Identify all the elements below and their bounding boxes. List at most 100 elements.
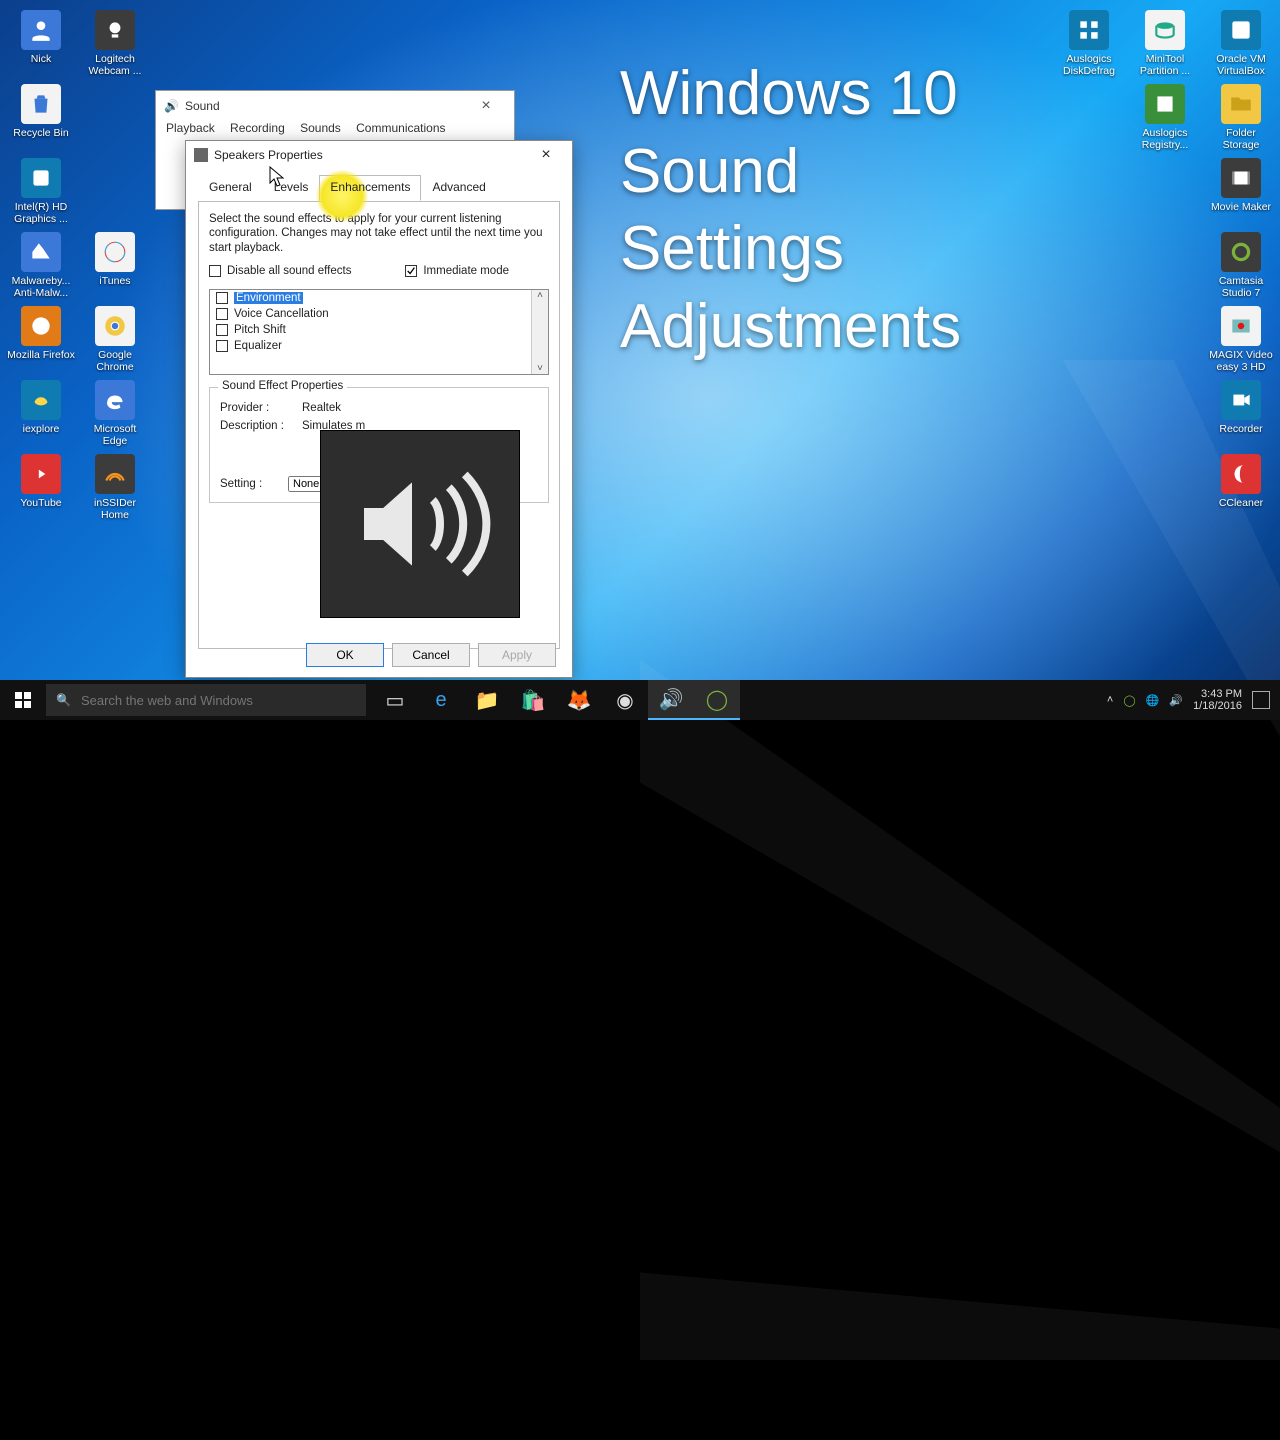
speaker-icon: 🔊	[164, 99, 179, 113]
taskbar-file-explorer[interactable]: 📁	[464, 680, 510, 720]
cancel-button[interactable]: Cancel	[392, 643, 470, 667]
immediate-mode-checkbox[interactable]: Immediate mode	[405, 265, 509, 277]
tray-volume-icon[interactable]: 🔊	[1169, 694, 1183, 707]
group-legend: Sound Effect Properties	[218, 380, 347, 392]
taskbar-sound[interactable]: 🔊	[648, 680, 694, 720]
tab-general[interactable]: General	[198, 175, 263, 201]
desktop-icon-logitech-webcam[interactable]: Logitech Webcam ...	[80, 6, 150, 80]
desktop-icon-itunes[interactable]: iTunes	[80, 228, 150, 302]
tray-camtasia-icon[interactable]: ◯	[1123, 694, 1135, 707]
close-icon[interactable]: ×	[526, 146, 566, 164]
apply-button[interactable]: Apply	[478, 643, 556, 667]
checkbox-icon	[209, 265, 221, 277]
provider-value: Realtek	[302, 402, 341, 414]
provider-label: Provider :	[220, 402, 294, 414]
tab-enhancements[interactable]: Enhancements	[319, 175, 421, 201]
sound-window-titlebar[interactable]: 🔊 Sound ×	[156, 91, 514, 121]
desktop-icon-camtasia[interactable]: Camtasia Studio 7	[1206, 228, 1276, 302]
tab-levels[interactable]: Levels	[263, 175, 320, 201]
desktop-icon-user[interactable]: Nick	[6, 6, 76, 80]
camtasia-icon: ◯	[706, 687, 728, 712]
desktop-icons-left: Nick Recycle Bin Intel(R) HD Graphics ..…	[6, 6, 76, 524]
taskbar[interactable]: 🔍 ▭ e 📁 🛍️ 🦊 ◉ 🔊 ◯ ˄ ◯ 🌐 🔊 3:43 PM 1/18/…	[0, 680, 1280, 720]
list-item[interactable]: Voice Cancellation	[210, 306, 548, 322]
list-item[interactable]: Equalizer	[210, 338, 548, 354]
chrome-icon: ◉	[616, 688, 633, 713]
desktop-icon-ccleaner[interactable]: CCleaner	[1206, 450, 1276, 524]
taskbar-chrome[interactable]: ◉	[602, 680, 648, 720]
speaker-overlay-image	[320, 430, 520, 618]
system-tray[interactable]: ˄ ◯ 🌐 🔊 3:43 PM 1/18/2016	[1097, 688, 1280, 712]
desktop-icon-iexplore[interactable]: iexplore	[6, 376, 76, 450]
tab-communications[interactable]: Communications	[356, 121, 445, 135]
properties-tabs: General Levels Enhancements Advanced	[186, 169, 572, 201]
search-icon: 🔍	[56, 693, 71, 707]
scroll-up-icon[interactable]: ˄	[537, 290, 543, 301]
checkbox-icon[interactable]	[216, 324, 228, 336]
sound-window-title: Sound	[185, 99, 220, 113]
desktop-icon-inssider[interactable]: inSSIDer Home	[80, 450, 150, 524]
search-box[interactable]: 🔍	[46, 684, 366, 716]
desktop-icon-edge[interactable]: Microsoft Edge	[80, 376, 150, 450]
list-item[interactable]: Pitch Shift	[210, 322, 548, 338]
taskbar-apps: ▭ e 📁 🛍️ 🦊 ◉ 🔊 ◯	[372, 680, 740, 720]
checkmark-icon	[406, 266, 416, 276]
desktop-icon-recycle-bin[interactable]: Recycle Bin	[6, 80, 76, 154]
desktop-icon-minitool-partition[interactable]: MiniTool Partition ...	[1130, 6, 1200, 80]
scrollbar[interactable]: ˄ ˅	[531, 290, 548, 374]
sound-window-tabs: Playback Recording Sounds Communications	[156, 121, 514, 135]
taskbar-store[interactable]: 🛍️	[510, 680, 556, 720]
close-icon[interactable]: ×	[466, 97, 506, 115]
desktop-icon-chrome[interactable]: Google Chrome	[80, 302, 150, 376]
overlay-title: Windows 10 Sound Settings Adjustments	[620, 55, 1140, 365]
desktop-icons-right: Oracle VM VirtualBox Folder Storage Movi…	[1206, 6, 1276, 524]
desktop-icons-left2: Logitech Webcam ... iTunes Google Chrome…	[80, 6, 150, 524]
disable-all-effects-checkbox[interactable]: Disable all sound effects	[209, 265, 351, 277]
properties-titlebar[interactable]: Speakers Properties ×	[186, 141, 572, 169]
desktop-icon-malwarebytes[interactable]: Malwareby... Anti-Malw...	[6, 228, 76, 302]
desktop-icon-auslogics-registry[interactable]: Auslogics Registry...	[1130, 80, 1200, 154]
desktop-icon-virtualbox[interactable]: Oracle VM VirtualBox	[1206, 6, 1276, 80]
windows-logo-icon	[15, 692, 31, 708]
tab-playback[interactable]: Playback	[166, 121, 215, 135]
effects-listbox[interactable]: Environment Voice Cancellation Pitch Shi…	[209, 289, 549, 375]
checkbox-icon[interactable]	[216, 340, 228, 352]
desktop-icon-firefox[interactable]: Mozilla Firefox	[6, 302, 76, 376]
tab-sounds[interactable]: Sounds	[300, 121, 341, 135]
checkbox-icon	[405, 265, 417, 277]
tray-overflow-icon[interactable]: ˄	[1107, 694, 1113, 706]
checkbox-icon[interactable]	[216, 308, 228, 320]
store-icon: 🛍️	[521, 688, 546, 713]
taskbar-camtasia[interactable]: ◯	[694, 680, 740, 720]
tray-clock[interactable]: 3:43 PM 1/18/2016	[1193, 688, 1242, 712]
properties-title: Speakers Properties	[214, 148, 323, 162]
task-view-icon: ▭	[386, 688, 405, 713]
speaker-icon	[194, 148, 208, 162]
desktop-icon-movie-maker[interactable]: Movie Maker	[1206, 154, 1276, 228]
scroll-down-icon[interactable]: ˅	[537, 363, 543, 374]
taskbar-edge[interactable]: e	[418, 680, 464, 720]
desktop-icon-magix[interactable]: MAGIX Video easy 3 HD	[1206, 302, 1276, 376]
desktop-icon-folder-storage[interactable]: Folder Storage	[1206, 80, 1276, 154]
desktop-icon-recorder[interactable]: Recorder	[1206, 376, 1276, 450]
search-input[interactable]	[81, 693, 356, 708]
tab-advanced[interactable]: Advanced	[421, 175, 496, 201]
speaker-icon: 🔊	[659, 687, 684, 712]
action-center-icon[interactable]	[1252, 691, 1270, 709]
description-label: Description :	[220, 420, 294, 432]
dialog-buttons: OK Cancel Apply	[306, 643, 556, 667]
ok-button[interactable]: OK	[306, 643, 384, 667]
checkbox-icon[interactable]	[216, 292, 228, 304]
tab-recording[interactable]: Recording	[230, 121, 285, 135]
task-view-button[interactable]: ▭	[372, 680, 418, 720]
firefox-icon: 🦊	[567, 688, 592, 713]
tray-network-icon[interactable]: 🌐	[1146, 694, 1160, 707]
desktop[interactable]: Nick Recycle Bin Intel(R) HD Graphics ..…	[0, 0, 1280, 720]
start-button[interactable]	[0, 680, 46, 720]
desktop-icon-youtube[interactable]: YouTube	[6, 450, 76, 524]
edge-icon: e	[435, 689, 446, 712]
desktop-icon-intel-graphics[interactable]: Intel(R) HD Graphics ...	[6, 154, 76, 228]
folder-icon: 📁	[475, 688, 500, 713]
taskbar-firefox[interactable]: 🦊	[556, 680, 602, 720]
list-item[interactable]: Environment	[210, 290, 548, 306]
